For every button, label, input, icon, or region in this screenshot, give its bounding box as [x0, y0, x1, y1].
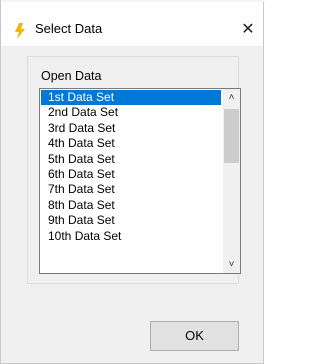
list-item[interactable]: 8th Data Set [41, 198, 221, 213]
list-item[interactable]: 2nd Data Set [41, 105, 221, 120]
list-item[interactable]: 4th Data Set [41, 136, 221, 151]
open-data-label: Open Data [41, 69, 102, 83]
list-item[interactable]: 9th Data Set [41, 213, 221, 228]
data-set-listbox[interactable]: 1st Data Set 2nd Data Set 3rd Data Set 4… [39, 88, 241, 274]
list-items: 1st Data Set 2nd Data Set 3rd Data Set 4… [41, 90, 221, 244]
list-item[interactable]: 1st Data Set [41, 90, 221, 106]
lightning-bolt-icon [14, 23, 26, 39]
ok-button[interactable]: OK [150, 321, 239, 351]
scroll-down-icon[interactable]: ˅ [223, 256, 240, 273]
top-edge [1, 0, 265, 2]
vertical-scrollbar[interactable]: ˄ ˅ [223, 89, 240, 273]
scroll-up-icon[interactable]: ˄ [223, 89, 240, 106]
list-item[interactable]: 5th Data Set [41, 152, 221, 167]
close-icon[interactable]: ✕ [237, 19, 259, 41]
scroll-thumb[interactable] [224, 109, 239, 163]
list-item[interactable]: 7th Data Set [41, 182, 221, 197]
list-item[interactable]: 3rd Data Set [41, 121, 221, 136]
dialog-title: Select Data [35, 21, 103, 36]
list-item[interactable]: 10th Data Set [41, 229, 221, 244]
dialog-window: Select Data ✕ Open Data 1st Data Set 2nd… [0, 0, 265, 364]
list-item[interactable]: 6th Data Set [41, 167, 221, 182]
